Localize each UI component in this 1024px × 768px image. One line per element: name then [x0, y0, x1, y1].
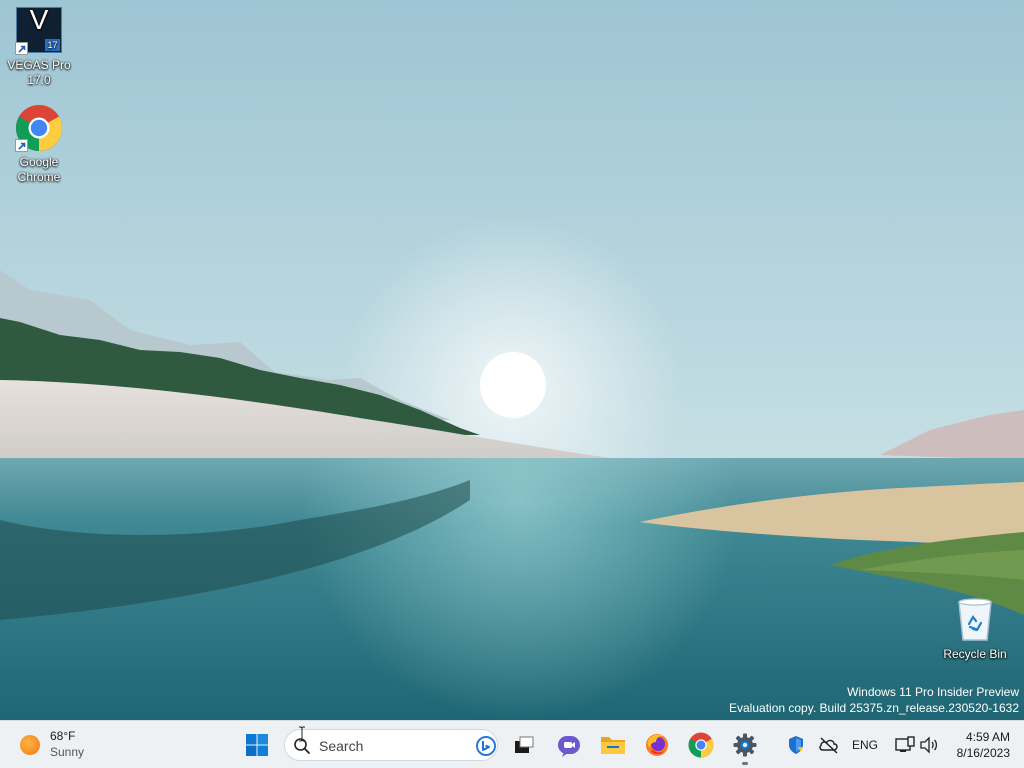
file-explorer-button[interactable] — [593, 725, 633, 765]
taskbar: 68°F Sunny Search ENG 4:59 AM 8/16/2023 — [0, 720, 1024, 768]
firefox-button[interactable] — [637, 725, 677, 765]
weather-condition: Sunny — [50, 745, 85, 759]
chrome-icon — [15, 104, 63, 152]
clock-date: 8/16/2023 — [956, 746, 1010, 760]
wallpaper-image — [0, 0, 1024, 720]
volume-icon[interactable] — [917, 733, 941, 757]
shortcut-arrow-icon — [15, 139, 28, 152]
weather-widget[interactable]: 68°F Sunny — [14, 727, 124, 763]
onedrive-offline-icon[interactable] — [817, 733, 841, 757]
desktop-wallpaper[interactable] — [0, 0, 1024, 720]
recycle-bin-icon — [955, 596, 995, 644]
settings-button[interactable] — [725, 725, 765, 765]
start-button[interactable] — [237, 725, 277, 765]
mouse-cursor-icon — [299, 726, 305, 742]
network-icon[interactable] — [893, 733, 917, 757]
gear-icon — [733, 733, 757, 757]
desktop-icon-google-chrome[interactable]: Google Chrome — [4, 104, 74, 185]
taskbar-clock[interactable]: 4:59 AM 8/16/2023 — [957, 729, 1010, 761]
clock-time: 4:59 AM — [965, 730, 1010, 744]
task-view-button[interactable] — [504, 725, 544, 765]
input-language-indicator[interactable]: ENG — [852, 738, 878, 752]
chrome-button[interactable] — [681, 725, 721, 765]
desktop-icon-recycle-bin[interactable]: Recycle Bin — [940, 596, 1010, 662]
weather-temperature: 68°F — [50, 729, 76, 743]
bing-chat-icon[interactable] — [475, 735, 497, 757]
sun-icon — [20, 735, 40, 755]
watermark-edition: Windows 11 Pro Insider Preview — [847, 685, 1019, 699]
folder-icon — [601, 737, 625, 754]
running-indicator — [742, 762, 748, 765]
desktop-icon-label: Recycle Bin — [943, 647, 1007, 661]
firefox-icon — [646, 734, 668, 756]
desktop-icon-label: Google Chrome — [17, 155, 61, 184]
task-view-icon — [515, 736, 534, 753]
chrome-icon — [688, 732, 714, 758]
shortcut-arrow-icon — [15, 42, 28, 55]
teams-chat-icon — [558, 736, 580, 757]
security-shield-icon[interactable] — [784, 733, 808, 757]
search-placeholder: Search — [319, 738, 364, 754]
teams-chat-button[interactable] — [549, 725, 589, 765]
vegas-pro-icon: V 17 — [15, 6, 63, 55]
taskbar-search-box[interactable]: Search — [284, 729, 498, 761]
watermark-build: Evaluation copy. Build 25375.zn_release.… — [729, 701, 1019, 715]
evaluation-watermark: Windows 11 Pro Insider Preview Evaluatio… — [729, 684, 1019, 716]
desktop-icon-vegas-pro[interactable]: V 17 VEGAS Pro 17.0 — [4, 6, 74, 88]
windows-logo-icon — [246, 734, 268, 756]
desktop-icon-label: VEGAS Pro 17.0 — [7, 58, 71, 87]
